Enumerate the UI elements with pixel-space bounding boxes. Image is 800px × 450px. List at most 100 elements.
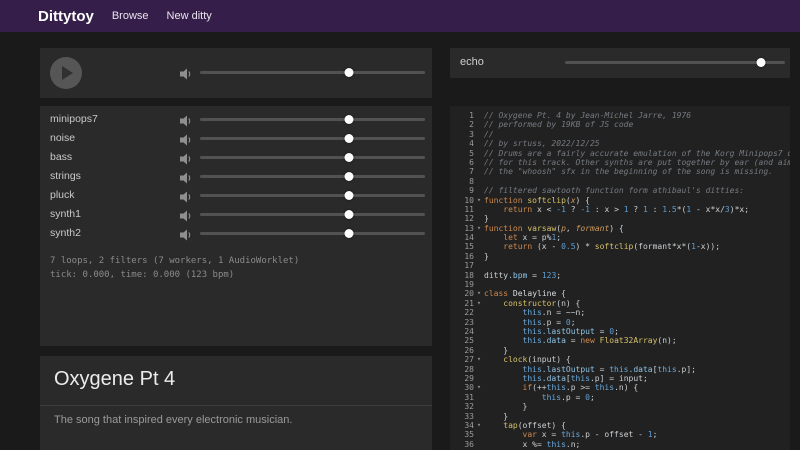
code-token: this [561, 430, 580, 439]
code-line[interactable]: // [484, 130, 790, 139]
code-token: 1.5 [662, 205, 676, 214]
nav-new-ditty[interactable]: New ditty [167, 10, 212, 22]
code-line[interactable]: function softclip(x) { [484, 196, 790, 205]
code-token: .data [629, 365, 653, 374]
code-token: clock [503, 355, 527, 364]
code-line[interactable]: return (x - 0.5) * softclip(formant*x*(1… [484, 242, 790, 251]
fold-icon[interactable]: ▾ [474, 383, 484, 392]
speaker-icon[interactable] [180, 171, 193, 183]
code-line[interactable]: // for this track. Other synths are put … [484, 158, 790, 167]
code-line[interactable] [484, 261, 790, 270]
slider-knob[interactable] [756, 58, 765, 67]
slider-knob[interactable] [344, 191, 353, 200]
logo[interactable]: Dittytoy [38, 8, 94, 25]
code-token: .data [542, 374, 566, 383]
fold-icon[interactable]: ▾ [474, 196, 484, 205]
code-line[interactable]: // Oxygene Pt. 4 by Jean-Michel Jarre, 1… [484, 111, 790, 120]
speaker-icon[interactable] [180, 133, 193, 145]
slider-knob[interactable] [344, 172, 353, 181]
line-number: 13 [450, 224, 474, 233]
stats-time: tick: 0.000, time: 0.000 (123 bpm) [50, 268, 299, 282]
code-token: - x*x/ [691, 205, 725, 214]
code-line[interactable]: ditty.bpm = 123; [484, 271, 790, 280]
channel-volume-slider[interactable] [200, 172, 425, 181]
code-token: x = [537, 430, 561, 439]
slider-knob[interactable] [344, 68, 353, 77]
code-line[interactable]: this.lastOutput = this.data[this.p]; [484, 365, 790, 374]
echo-slider[interactable] [565, 58, 785, 67]
code-line[interactable]: constructor(n) { [484, 299, 790, 308]
code-line[interactable]: class Delayline { [484, 289, 790, 298]
code-token: .lastOutput [542, 365, 595, 374]
mixer-channel: noise [40, 129, 432, 148]
code-line[interactable]: } [484, 346, 790, 355]
code-line[interactable]: } [484, 402, 790, 411]
code-token [484, 318, 523, 327]
speaker-icon[interactable] [180, 190, 193, 202]
code-line[interactable]: this.p = 0; [484, 318, 790, 327]
channel-volume-slider[interactable] [200, 210, 425, 219]
code-line[interactable]: // the "whoosh" sfx in the beginning of … [484, 167, 790, 176]
speaker-icon[interactable] [180, 228, 193, 240]
fold-spacer [474, 261, 484, 270]
code-line[interactable]: } [484, 412, 790, 421]
slider-track [200, 213, 425, 216]
fold-icon[interactable]: ▾ [474, 421, 484, 430]
channel-volume-slider[interactable] [200, 153, 425, 162]
slider-knob[interactable] [344, 210, 353, 219]
code-line[interactable] [484, 280, 790, 289]
code-editor[interactable]: 1// Oxygene Pt. 4 by Jean-Michel Jarre, … [450, 106, 790, 450]
slider-knob[interactable] [344, 229, 353, 238]
speaker-icon[interactable] [180, 67, 193, 79]
fold-spacer [474, 271, 484, 280]
fold-icon[interactable]: ▾ [474, 224, 484, 233]
code-line[interactable]: this.data[this.p] = input; [484, 374, 790, 383]
code-line[interactable]: // performed by 19KB of JS code [484, 120, 790, 129]
code-line[interactable]: } [484, 214, 790, 223]
code-line[interactable]: this.lastOutput = 0; [484, 327, 790, 336]
code-line[interactable]: if(++this.p >= this.n) { [484, 383, 790, 392]
speaker-icon[interactable] [180, 152, 193, 164]
editor-line: 17 [450, 261, 790, 270]
line-number: 8 [450, 177, 474, 186]
fold-icon[interactable]: ▾ [474, 299, 484, 308]
code-line[interactable]: let x = p%1; [484, 233, 790, 242]
editor-line: 35 var x = this.p - offset - 1; [450, 430, 790, 439]
channel-volume-slider[interactable] [200, 134, 425, 143]
code-token: ; [556, 233, 561, 242]
code-line[interactable]: this.p = 0; [484, 393, 790, 402]
code-line[interactable]: this.n = ~~n; [484, 308, 790, 317]
slider-knob[interactable] [344, 134, 353, 143]
code-line[interactable]: // filtered sawtooth function form athib… [484, 186, 790, 195]
speaker-icon[interactable] [180, 114, 193, 126]
code-line[interactable]: } [484, 252, 790, 261]
channel-volume-slider[interactable] [200, 115, 425, 124]
fold-icon[interactable]: ▾ [474, 289, 484, 298]
slider-knob[interactable] [344, 115, 353, 124]
code-token: if [523, 383, 533, 392]
nav-browse[interactable]: Browse [112, 10, 149, 22]
code-line[interactable]: // by srtuss, 2022/12/25 [484, 139, 790, 148]
code-line[interactable]: function varsaw(p, formant) { [484, 224, 790, 233]
slider-knob[interactable] [344, 153, 353, 162]
editor-line: 5// Drums are a fairly accurate emulatio… [450, 149, 790, 158]
fold-icon[interactable]: ▾ [474, 355, 484, 364]
code-line[interactable]: // Drums are a fairly accurate emulation… [484, 149, 790, 158]
code-line[interactable] [484, 177, 790, 186]
code-line[interactable]: clock(input) { [484, 355, 790, 364]
play-button[interactable] [50, 57, 82, 89]
channel-volume-slider[interactable] [200, 191, 425, 200]
code-line[interactable]: x %= this.n; [484, 440, 790, 449]
code-line[interactable]: var x = this.p - offset - 1; [484, 430, 790, 439]
speaker-icon[interactable] [180, 209, 193, 221]
code-token: var [523, 430, 537, 439]
channel-volume-slider[interactable] [200, 229, 425, 238]
code-line[interactable]: this.data = new Float32Array(n); [484, 336, 790, 345]
code-token: .n; [566, 440, 580, 449]
stats-loops: 7 loops, 2 filters (7 workers, 1 AudioWo… [50, 254, 299, 268]
code-line[interactable]: return x < -1 ? -1 : x > 1 ? 1 : 1.5*(1 … [484, 205, 790, 214]
editor-line: 4// by srtuss, 2022/12/25 [450, 139, 790, 148]
code-token: .bpm [508, 271, 527, 280]
master-volume-slider[interactable] [200, 68, 425, 77]
code-line[interactable]: tap(offset) { [484, 421, 790, 430]
